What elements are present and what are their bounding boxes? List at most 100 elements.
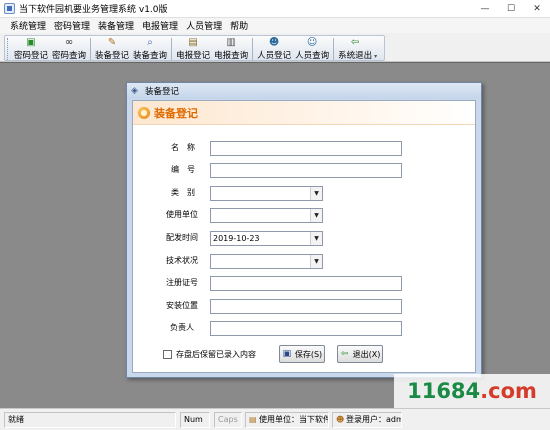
- toolbar-separator: [333, 38, 335, 60]
- toolbar-exit-button[interactable]: ⇦ 系统退出: [336, 36, 374, 61]
- toolbar-separator: [171, 38, 173, 60]
- status-user-text: 登录用户：adm: [346, 415, 402, 424]
- app-icon: [4, 3, 15, 14]
- toolbar-telegram-register-button[interactable]: ▤ 电报登记: [174, 36, 212, 61]
- status-num: Num: [180, 412, 210, 428]
- telegram-search-icon: ▥: [226, 37, 236, 48]
- number-field[interactable]: [210, 163, 402, 178]
- toolbar-separator: [252, 38, 254, 60]
- menu-bar: 系统管理 密码管理 装备管理 电报管理 人员管理 帮助: [0, 18, 550, 33]
- person-label: 负责人: [170, 323, 194, 332]
- dialog-title: 装备登记: [145, 87, 180, 97]
- people-register-icon: ☻: [268, 37, 280, 48]
- location-label: 安装位置: [166, 301, 198, 310]
- menu-personnel[interactable]: 人员管理: [182, 19, 226, 32]
- floppy-disk-icon: ▣: [282, 349, 292, 359]
- toolbar-equipment-register-button[interactable]: ✎ 装备登记: [93, 36, 131, 61]
- status-caps: Caps: [214, 412, 242, 428]
- close-button[interactable]: ✕: [524, 0, 550, 18]
- status-unit: ▤使用单位：当下软件园: [245, 412, 329, 428]
- save-button[interactable]: ▣ 保存(S): [279, 345, 325, 363]
- toolbar-band: ▣ 密码登记 ∞ 密码查询 ✎ 装备登记 ⌕ 装备查询 ▤ 电报登记 ▥ 电报查…: [4, 35, 386, 61]
- keep-content-checkbox[interactable]: [163, 350, 172, 359]
- exit-door-icon: ⇦: [340, 349, 349, 359]
- chevron-down-icon[interactable]: ▼: [310, 232, 322, 245]
- toolbar-separator: [90, 38, 92, 60]
- toolbar-people-register-button[interactable]: ☻ 人员登记: [255, 36, 293, 61]
- menu-telegram[interactable]: 电报管理: [138, 19, 182, 32]
- location-field[interactable]: [210, 299, 402, 314]
- toolbar-button-label: 电报登记: [176, 51, 211, 61]
- minimize-button[interactable]: —: [472, 0, 498, 18]
- toolbar-grip[interactable]: [7, 38, 10, 60]
- equipment-register-dialog: ◈ 装备登记 装备登记 名 称 编 号 类 别 ▼ 使用单位 ▼ 配发时间 20…: [126, 82, 482, 378]
- maximize-button[interactable]: ☐: [498, 0, 524, 18]
- people-search-icon: ☺: [306, 37, 318, 48]
- date-value: 2019-10-23: [213, 234, 260, 243]
- name-field[interactable]: [210, 141, 402, 156]
- header-badge-icon: [138, 106, 150, 119]
- date-picker[interactable]: 2019-10-23 ▼: [210, 231, 323, 246]
- chevron-down-icon[interactable]: ▼: [310, 255, 322, 268]
- unit-icon: ▤: [249, 415, 257, 424]
- unit-select[interactable]: ▼: [210, 208, 323, 223]
- key-register-icon: ▣: [26, 37, 36, 48]
- menu-equipment[interactable]: 装备管理: [94, 19, 138, 32]
- window-title: 当下软件园机要业务管理系统 v1.0版: [19, 5, 168, 15]
- toolbar: ▣ 密码登记 ∞ 密码查询 ✎ 装备登记 ⌕ 装备查询 ▤ 电报登记 ▥ 电报查…: [0, 33, 550, 62]
- chevron-down-icon[interactable]: ▼: [310, 187, 322, 200]
- toolbar-password-search-button[interactable]: ∞ 密码查询: [50, 36, 88, 61]
- toolbar-button-label: 电报查询: [214, 51, 249, 61]
- menu-help[interactable]: 帮助: [226, 19, 252, 32]
- menu-system[interactable]: 系统管理: [6, 19, 50, 32]
- binoculars-icon: ∞: [64, 37, 74, 48]
- category-select[interactable]: ▼: [210, 186, 323, 201]
- dialog-app-icon: ◈: [131, 86, 138, 96]
- toolbar-button-label: 系统退出: [338, 51, 373, 61]
- exit-icon: ⇦: [350, 37, 360, 48]
- toolbar-button-label: 装备查询: [133, 51, 168, 61]
- toolbar-password-register-button[interactable]: ▣ 密码登记: [12, 36, 50, 61]
- exit-button[interactable]: ⇦ 退出(X): [337, 345, 383, 363]
- site-watermark: 11684 .com: [394, 374, 550, 408]
- status-bar: 就绪 Num Caps ▤使用单位：当下软件园 ☻登录用户：adm: [0, 408, 550, 430]
- number-label: 编 号: [171, 165, 195, 174]
- status-user: ☻ 登录用户：adm: [332, 412, 402, 428]
- name-label: 名 称: [171, 143, 195, 152]
- dialog-header-title: 装备登记: [154, 106, 198, 120]
- status-unit-text: 使用单位：当下软件园: [259, 415, 328, 424]
- toolbar-people-search-button[interactable]: ☺ 人员查询: [293, 36, 331, 61]
- window-controls: — ☐ ✕: [472, 0, 550, 18]
- equipment-register-icon: ✎: [107, 37, 117, 48]
- exit-button-label: 退出(X): [352, 349, 381, 359]
- toolbar-button-label: 密码查询: [52, 51, 87, 61]
- save-button-label: 保存(S): [294, 349, 323, 359]
- keep-content-label[interactable]: 存盘后保留已录入内容: [176, 349, 256, 360]
- toolbar-button-label: 人员查询: [295, 51, 330, 61]
- status-ready: 就绪: [4, 412, 176, 428]
- unit-label: 使用单位: [166, 210, 198, 219]
- menu-password[interactable]: 密码管理: [50, 19, 94, 32]
- toolbar-telegram-search-button[interactable]: ▥ 电报查询: [212, 36, 250, 61]
- toolbar-button-label: 人员登记: [257, 51, 292, 61]
- toolbar-button-label: 密码登记: [14, 51, 49, 61]
- toolbar-overflow-icon[interactable]: ▾: [374, 38, 380, 60]
- toolbar-button-label: 装备登记: [95, 51, 130, 61]
- dialog-title-bar[interactable]: ◈ 装备登记: [127, 83, 481, 99]
- reg-no-field[interactable]: [210, 276, 402, 291]
- dialog-header: 装备登记: [133, 101, 475, 125]
- status-select[interactable]: ▼: [210, 254, 323, 269]
- person-field[interactable]: [210, 321, 402, 336]
- telegram-register-icon: ▤: [188, 37, 198, 48]
- category-label: 类 别: [171, 188, 195, 197]
- date-label: 配发时间: [166, 233, 198, 242]
- status-label: 技术状况: [166, 256, 198, 265]
- toolbar-equipment-search-button[interactable]: ⌕ 装备查询: [131, 36, 169, 61]
- dialog-body: 装备登记 名 称 编 号 类 别 ▼ 使用单位 ▼ 配发时间 2019-10-2…: [132, 100, 476, 373]
- reg-no-label: 注册证号: [166, 278, 198, 287]
- user-icon: ☻: [336, 415, 345, 424]
- watermark-suffix: .com: [480, 379, 537, 403]
- title-bar: 当下软件园机要业务管理系统 v1.0版 — ☐ ✕: [0, 0, 550, 18]
- watermark-text: 11684: [407, 379, 481, 403]
- chevron-down-icon[interactable]: ▼: [310, 209, 322, 222]
